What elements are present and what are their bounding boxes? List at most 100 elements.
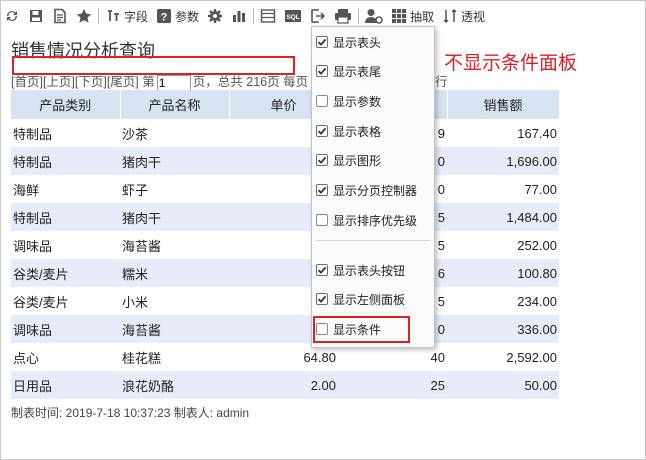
pager-rows-suffix: 行 (435, 75, 448, 89)
checkbox-checked-icon[interactable] (316, 36, 328, 48)
menu-item-option[interactable]: 显示图形 (316, 149, 381, 171)
sales-cell: 100.80 (447, 259, 559, 287)
field-button[interactable]: 字段 (101, 2, 152, 30)
category-cell: 谷类/麦片 (11, 287, 120, 315)
column-header[interactable]: 产品类别 (11, 90, 121, 119)
menu-item-label: 显示图形 (333, 153, 382, 168)
checkbox-checked-icon[interactable] (316, 154, 328, 166)
pager-total: 页，总共 216页 每页 (192, 75, 309, 89)
sql-button[interactable]: SQL (280, 2, 306, 30)
sales-cell: 252.00 (447, 231, 559, 259)
menu-item-label: 显示排序优先级 (333, 213, 418, 228)
bar-chart-icon (233, 11, 246, 22)
export-doc-button[interactable] (48, 2, 72, 30)
field-label: 字段 (124, 9, 149, 24)
chart-button[interactable] (227, 2, 251, 30)
table-row: 特制品沙茶189167.40 (11, 119, 559, 147)
product-cell: 小米 (120, 287, 229, 315)
save-button[interactable] (24, 2, 48, 30)
menu-item-label: 显示分页控制器 (333, 183, 418, 198)
pivot-icon (443, 8, 457, 24)
product-cell: 糯米 (120, 259, 229, 287)
menu-item-label: 显示参数 (333, 94, 382, 109)
document-icon (54, 8, 66, 24)
table-row: 特制品猪肉干4251,484.00 (11, 203, 559, 231)
sales-cell: 2,592.00 (447, 343, 559, 371)
table-row: 调味品海苔酱165252.00 (11, 231, 559, 259)
menu-item-option[interactable]: 显示分页控制器 (316, 179, 417, 201)
help-icon: ? (157, 9, 172, 24)
printer-icon (335, 9, 352, 24)
show-condition-highlight (313, 316, 410, 343)
export-icon (311, 9, 326, 23)
grid-icon (392, 9, 407, 23)
category-cell: 点心 (11, 343, 120, 371)
checkbox-checked-icon[interactable] (316, 65, 328, 77)
table-row: 调味品海苔酱160336.00 (11, 315, 559, 343)
product-cell: 海苔酱 (120, 231, 229, 259)
category-cell: 特制品 (11, 147, 120, 175)
table-row: 点心 桂花糕 64.80 40 2,592.00 (11, 343, 559, 371)
favorite-button[interactable] (72, 2, 96, 30)
toolbar-divider (358, 8, 360, 24)
sales-cell: 1,484.00 (447, 203, 559, 231)
toolbar-divider (253, 8, 255, 24)
display-options-button[interactable] (256, 2, 280, 30)
product-cell: 沙茶 (120, 119, 229, 147)
category-cell: 海鲜 (11, 175, 120, 203)
product-cell: 海苔酱 (120, 315, 229, 343)
checkbox-checked-icon[interactable] (316, 184, 328, 196)
product-cell: 猪肉干 (120, 147, 229, 175)
column-header[interactable]: 销售额 (447, 90, 560, 119)
checkbox-checked-icon[interactable] (316, 125, 328, 137)
checkbox-unchecked-icon[interactable] (316, 95, 328, 107)
column-header[interactable]: 产品名称 (120, 90, 230, 119)
settings-button[interactable] (203, 2, 227, 30)
menu-item-option[interactable]: 显示左侧面板 (316, 288, 405, 310)
menu-item-label: 显示表头按钮 (333, 263, 406, 278)
menu-item-option[interactable]: 显示表头按钮 (316, 259, 405, 281)
field-icon (108, 10, 119, 21)
sales-cell: 50.00 (447, 371, 559, 399)
sales-cell: 77.00 (447, 175, 559, 203)
table-row: 谷类/麦片糯米166100.80 (11, 259, 559, 287)
table-row: 日用品 浪花奶酪 2.00 25 50.00 (11, 371, 559, 399)
refresh-button[interactable] (0, 2, 24, 30)
save-icon (30, 10, 42, 22)
checkbox-checked-icon[interactable] (316, 293, 328, 305)
table-row: 海鲜虾子7077.00 (11, 175, 559, 203)
sales-cell: 336.00 (447, 315, 559, 343)
checkbox-checked-icon[interactable] (316, 264, 328, 276)
menu-item-option[interactable]: 显示表尾 (316, 60, 381, 82)
sql-icon: SQL (285, 10, 302, 22)
table-header-row: 产品类别 产品名称 单价 销售额 (11, 90, 560, 119)
product-cell: 桂花糕 (120, 343, 229, 371)
sales-cell: 1,696.00 (447, 147, 559, 175)
menu-item-option[interactable]: 显示表格 (316, 120, 381, 142)
layout-icon (260, 9, 276, 23)
table-row: 谷类/麦片小米155234.00 (11, 287, 559, 315)
sales-cell: 167.40 (447, 119, 559, 147)
menu-item-label: 显示左侧面板 (333, 292, 406, 307)
menu-item-option[interactable]: 显示排序优先级 (316, 209, 417, 231)
menu-item-option[interactable]: 显示参数 (316, 90, 381, 112)
sales-cell: 234.00 (447, 287, 559, 315)
category-cell: 特制品 (11, 119, 120, 147)
product-cell: 猪肉干 (120, 203, 229, 231)
menu-item-option[interactable]: 显示表头 (316, 31, 381, 53)
menu-item-label: 显示表头 (333, 35, 382, 50)
pivot-button[interactable]: 透视 (438, 2, 489, 30)
param-button[interactable]: ? 参数 (152, 2, 203, 30)
report-footer: 制表时间: 2019-7-18 10:37:23 制表人: admin (11, 406, 250, 420)
product-cell: 虾子 (120, 175, 229, 203)
price-cell: 2.00 (229, 371, 338, 399)
toolbar-divider (98, 8, 99, 24)
checkbox-unchecked-icon[interactable] (316, 214, 328, 226)
param-label: 参数 (175, 9, 200, 24)
svg-text:SQL: SQL (286, 14, 299, 21)
pager-links[interactable]: [首页][上页][下页][尾页] 第 (11, 75, 155, 89)
pivot-label: 透视 (461, 9, 486, 24)
category-cell: 特制品 (11, 203, 120, 231)
page-input[interactable] (156, 74, 191, 91)
product-cell: 浪花奶酪 (120, 371, 229, 399)
